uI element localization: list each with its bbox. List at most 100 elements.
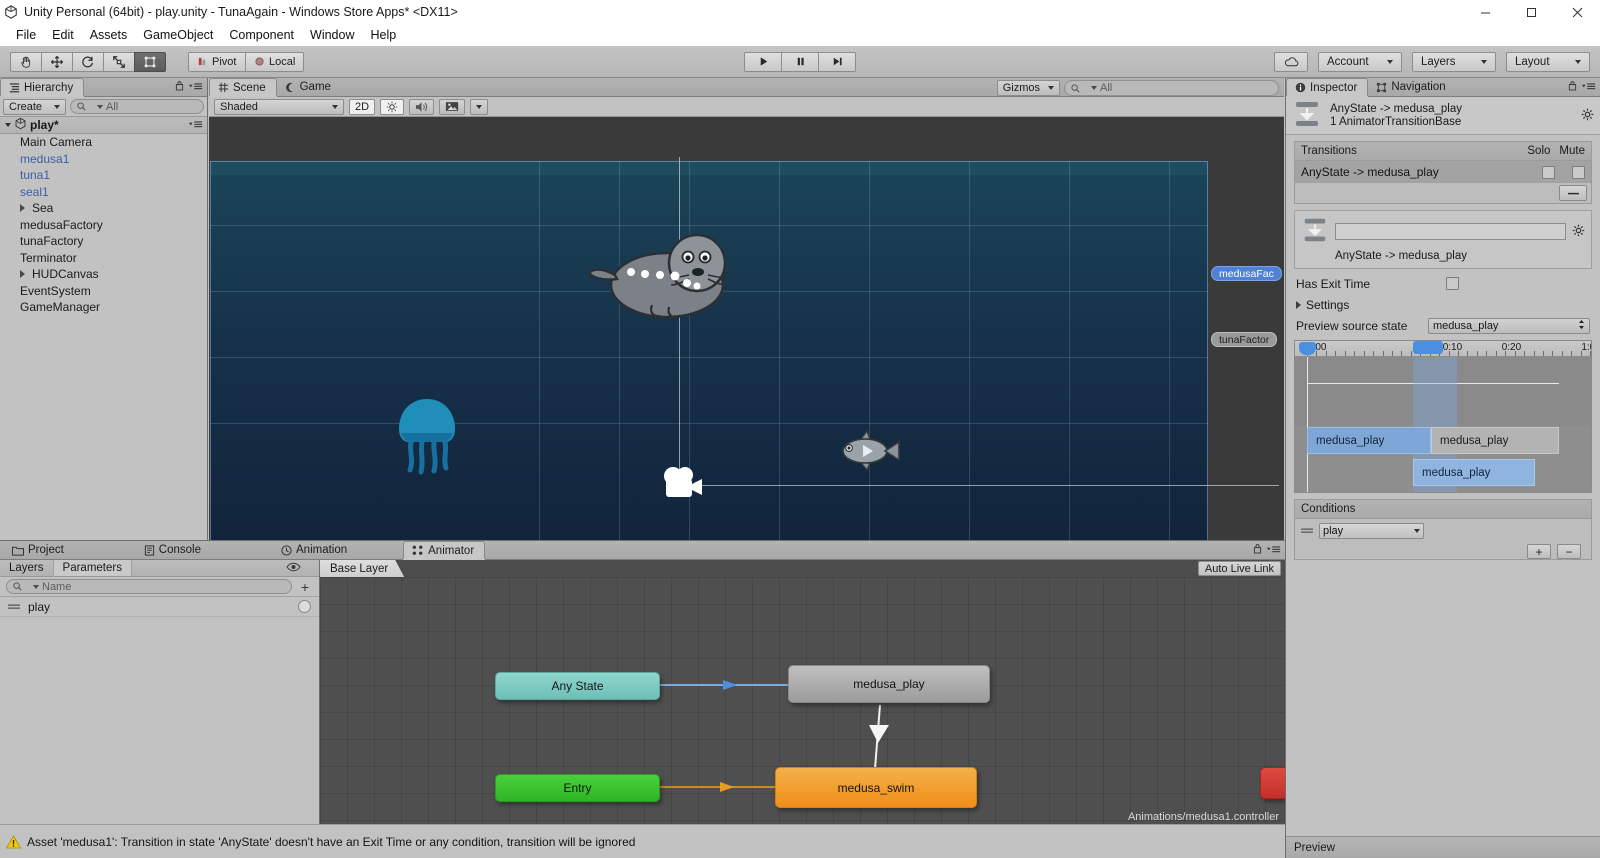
scene-viewport[interactable]: medusaFac tunaFactor — [209, 117, 1284, 540]
timeline-clip-blend[interactable]: medusa_play — [1413, 459, 1535, 486]
graph-node-entry[interactable]: Entry — [495, 774, 660, 802]
gear-icon[interactable] — [1572, 224, 1585, 240]
gear-icon[interactable] — [1581, 108, 1594, 124]
scene-label-medusafactory[interactable]: medusaFac — [1211, 266, 1282, 281]
graph-node-any-state[interactable]: Any State — [495, 672, 660, 700]
animator-state-machine-graph[interactable]: Base Layer Auto Live Link Any State Entr… — [320, 560, 1285, 825]
close-button[interactable] — [1554, 0, 1600, 24]
solo-checkbox[interactable] — [1542, 165, 1555, 179]
panel-menu-icon[interactable] — [1582, 80, 1596, 94]
rotate-tool-button[interactable] — [72, 51, 104, 72]
tab-parameters[interactable]: Parameters — [53, 560, 132, 576]
panel-menu-icon[interactable] — [189, 80, 203, 94]
hand-tool-button[interactable] — [10, 51, 42, 72]
toggle-2d-button[interactable]: 2D — [349, 98, 376, 115]
hierarchy-item-tuna1[interactable]: tuna1 — [0, 167, 207, 184]
parameter-search-input[interactable]: Name — [6, 579, 292, 594]
seal-sprite[interactable] — [587, 227, 742, 323]
settings-foldout-row[interactable]: Settings — [1286, 294, 1600, 315]
transition-name-input[interactable] — [1335, 223, 1566, 240]
menu-component[interactable]: Component — [221, 26, 302, 44]
rect-tool-button[interactable] — [134, 51, 166, 72]
hierarchy-item-seal1[interactable]: seal1 — [0, 184, 207, 201]
hierarchy-scene-root[interactable]: play* — [0, 117, 207, 134]
graph-node-exit[interactable] — [1260, 767, 1285, 799]
gizmos-dropdown[interactable]: Gizmos — [996, 80, 1060, 96]
pause-button[interactable] — [781, 51, 819, 72]
local-toggle-button[interactable]: Local — [245, 51, 305, 72]
scene-effects-dropdown[interactable] — [470, 98, 489, 115]
jellyfish-sprite[interactable] — [391, 389, 463, 481]
parameter-bool-toggle[interactable] — [298, 600, 311, 613]
condition-drag-handle[interactable] — [1301, 523, 1313, 538]
layers-dropdown[interactable]: Layers — [1412, 51, 1496, 72]
remove-condition-button[interactable]: − — [1557, 544, 1581, 559]
chevron-right-icon[interactable] — [20, 270, 25, 279]
hierarchy-search-input[interactable]: All — [70, 99, 204, 114]
layout-dropdown[interactable]: Layout — [1506, 51, 1590, 72]
lock-icon[interactable] — [175, 80, 184, 94]
menu-help[interactable]: Help — [362, 26, 404, 44]
menu-gameobject[interactable]: GameObject — [135, 26, 221, 44]
tab-navigation[interactable]: Navigation — [1368, 78, 1455, 96]
remove-transition-button[interactable] — [1559, 185, 1587, 201]
transition-list-row[interactable]: AnyState -> medusa_play — [1295, 161, 1591, 183]
scene-audio-toggle[interactable] — [409, 98, 435, 115]
has-exit-time-checkbox[interactable] — [1446, 277, 1459, 290]
menu-file[interactable]: File — [8, 26, 44, 44]
tab-animation[interactable]: Animation — [273, 541, 357, 559]
hierarchy-item-terminator[interactable]: Terminator — [0, 250, 207, 267]
hierarchy-item-eventsystem[interactable]: EventSystem — [0, 283, 207, 300]
tab-hierarchy[interactable]: Hierarchy — [0, 78, 85, 96]
tuna-sprite[interactable] — [837, 427, 901, 473]
chevron-down-icon[interactable] — [5, 123, 11, 127]
tab-game[interactable]: Game — [277, 78, 341, 96]
cloud-services-button[interactable] — [1274, 51, 1308, 72]
timeline-playhead[interactable] — [1307, 357, 1308, 492]
panel-menu-icon[interactable] — [1267, 543, 1281, 557]
hierarchy-item-hudcanvas[interactable]: HUDCanvas — [0, 266, 207, 283]
tab-console[interactable]: Console — [136, 541, 211, 559]
menu-window[interactable]: Window — [302, 26, 362, 44]
mute-checkbox[interactable] — [1572, 165, 1585, 179]
main-camera-gizmo-icon[interactable] — [661, 465, 707, 503]
scene-label-tunafactory[interactable]: tunaFactor — [1211, 332, 1278, 347]
tab-layers[interactable]: Layers — [0, 560, 54, 576]
lock-icon[interactable] — [1253, 543, 1262, 557]
editor-status-bar[interactable]: Asset 'medusa1': Transition in state 'An… — [0, 824, 1285, 858]
lock-icon[interactable] — [1568, 80, 1577, 94]
breadcrumb-base-layer[interactable]: Base Layer — [320, 560, 404, 577]
maximize-button[interactable] — [1508, 0, 1554, 24]
eye-icon[interactable] — [286, 561, 301, 575]
auto-live-link-toggle[interactable]: Auto Live Link — [1197, 561, 1281, 576]
tab-scene[interactable]: Scene — [209, 78, 277, 96]
condition-parameter-select[interactable]: play — [1319, 522, 1424, 539]
scale-tool-button[interactable] — [103, 51, 135, 72]
create-button[interactable]: Create — [3, 98, 67, 115]
play-button[interactable] — [744, 51, 782, 72]
timeline-clip-source[interactable]: medusa_play — [1307, 427, 1431, 454]
animator-graph-canvas[interactable]: Any State Entry medusa_play medusa_swim … — [320, 577, 1285, 825]
scene-context-menu-icon[interactable] — [189, 118, 203, 132]
account-dropdown[interactable]: Account — [1318, 51, 1402, 72]
tab-project[interactable]: Project — [4, 541, 74, 559]
hierarchy-item-tunafactory[interactable]: tunaFactory — [0, 233, 207, 250]
minimize-button[interactable] — [1462, 0, 1508, 24]
timeline-ruler[interactable]: 0:000:100:201:00 — [1295, 341, 1591, 357]
timeline-clip-destination[interactable]: medusa_play — [1431, 427, 1559, 454]
chevron-right-icon[interactable] — [20, 204, 25, 213]
parameter-row-play[interactable]: play — [0, 597, 319, 617]
parameter-drag-handle[interactable] — [8, 600, 20, 614]
add-parameter-button[interactable]: + — [297, 579, 313, 595]
timeline-transition-handle[interactable] — [1413, 341, 1443, 354]
tab-animator[interactable]: Animator — [403, 541, 486, 559]
transition-preview-timeline[interactable]: 0:000:100:201:00 medusa_play medusa_play… — [1294, 340, 1592, 493]
hierarchy-item-medusafactory[interactable]: medusaFactory — [0, 217, 207, 234]
hierarchy-item-gamemanager[interactable]: GameManager — [0, 299, 207, 316]
add-condition-button[interactable]: + — [1527, 544, 1551, 559]
hierarchy-item-sea[interactable]: Sea — [0, 200, 207, 217]
scene-effects-toggle[interactable] — [439, 98, 466, 115]
move-tool-button[interactable] — [41, 51, 73, 72]
menu-edit[interactable]: Edit — [44, 26, 82, 44]
tab-inspector[interactable]: Inspector — [1286, 78, 1369, 96]
